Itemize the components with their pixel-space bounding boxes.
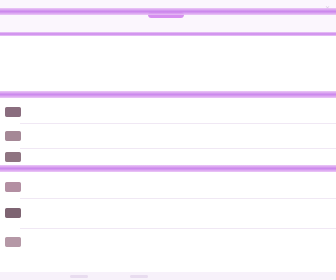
item-thumbnail — [5, 131, 21, 141]
item-thumbnail — [5, 152, 21, 162]
item-label — [30, 211, 230, 216]
item-thumbnail — [5, 182, 21, 192]
list-item[interactable] — [0, 199, 336, 227]
footer-tab[interactable] — [70, 275, 88, 278]
item-thumbnail — [5, 237, 21, 247]
list-item[interactable] — [0, 101, 336, 123]
section-header-band-2 — [0, 165, 336, 172]
section-header-band-1 — [0, 91, 336, 98]
item-label — [30, 185, 230, 190]
list-item[interactable] — [0, 124, 336, 148]
list-item[interactable] — [0, 149, 336, 165]
profile-text — [22, 80, 82, 84]
footer-bar — [0, 272, 336, 280]
accent-band-top — [0, 8, 336, 15]
list-item[interactable] — [0, 175, 336, 197]
item-label — [30, 134, 230, 139]
item-thumbnail — [5, 208, 21, 218]
item-label — [30, 110, 230, 115]
list-item[interactable] — [0, 229, 336, 257]
item-thumbnail — [5, 107, 21, 117]
item-label — [30, 155, 230, 160]
item-label — [30, 240, 230, 245]
footer-tab[interactable] — [130, 275, 148, 278]
